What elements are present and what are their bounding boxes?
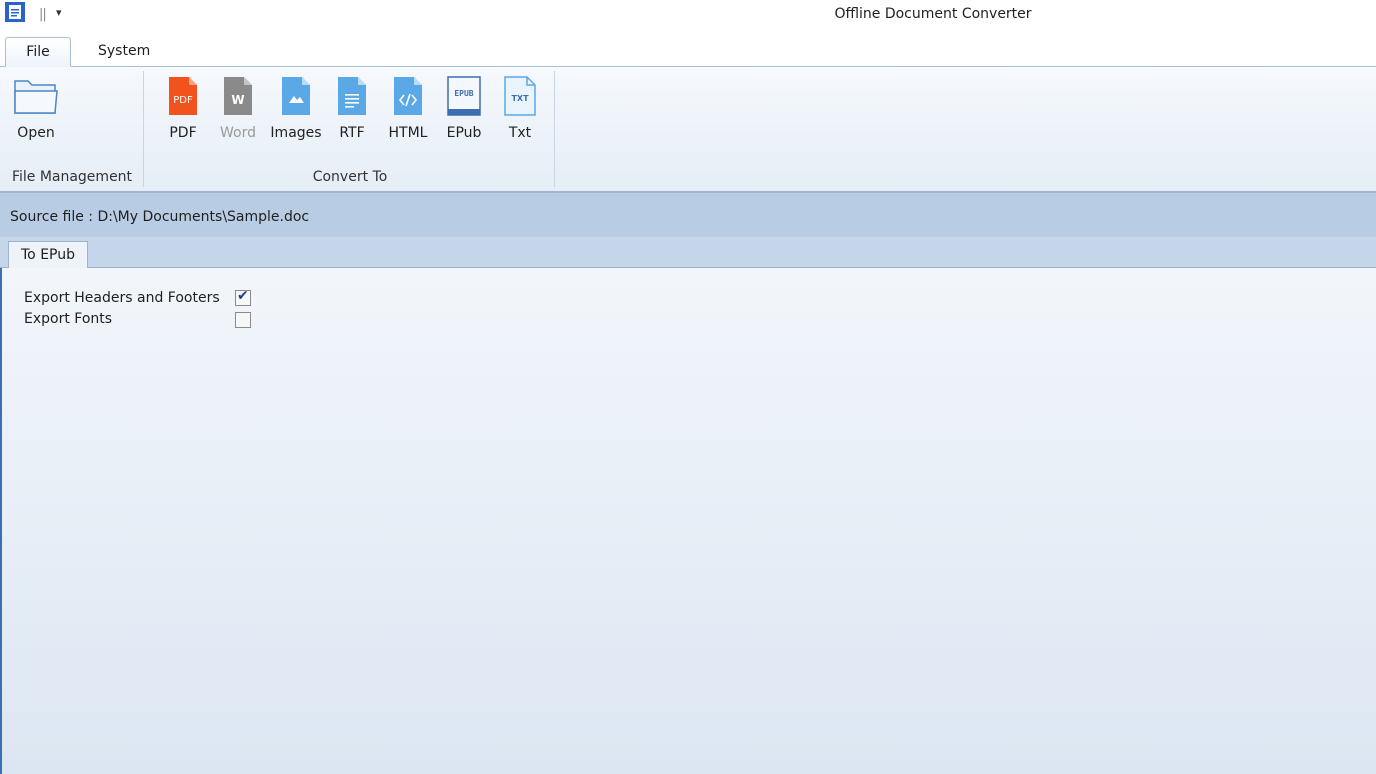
- tab-file[interactable]: File: [5, 37, 71, 67]
- title-bar: || ▾ Offline Document Converter: [0, 0, 1376, 32]
- export-fonts-checkbox[interactable]: [235, 312, 251, 328]
- svg-text:W: W: [231, 93, 244, 107]
- export-headers-footers-checkbox[interactable]: ✔: [235, 288, 251, 306]
- txt-icon: TXT: [504, 76, 536, 116]
- group-label-file-management: File Management: [11, 169, 133, 185]
- rtf-icon: [338, 77, 366, 115]
- source-file-path: Source file : D:\My Documents\Sample.doc: [10, 209, 310, 225]
- word-button[interactable]: W Word: [216, 73, 260, 141]
- html-icon: [394, 77, 422, 115]
- group-separator: [554, 71, 555, 187]
- folder-icon: [14, 80, 58, 114]
- ribbon-tab-row: [0, 32, 1376, 67]
- svg-text:PDF: PDF: [173, 95, 193, 106]
- images-button[interactable]: Images: [268, 73, 324, 141]
- open-button-label: Open: [17, 125, 55, 141]
- tab-system[interactable]: System: [84, 37, 164, 65]
- group-label-convert-to: Convert To: [312, 169, 388, 185]
- export-fonts-label: Export Fonts: [24, 311, 113, 327]
- images-button-label: Images: [270, 125, 322, 141]
- pdf-button[interactable]: PDF PDF: [163, 73, 203, 141]
- svg-text:EPUB: EPUB: [454, 89, 473, 98]
- html-button[interactable]: HTML: [384, 73, 432, 141]
- rtf-button[interactable]: RTF: [334, 73, 370, 141]
- pdf-icon: PDF: [169, 77, 197, 115]
- txt-button-label: Txt: [508, 125, 532, 141]
- ribbon: Open File Management PDF PDF W Word Imag…: [0, 67, 1376, 193]
- rtf-button-label: RTF: [339, 125, 365, 141]
- options-panel: [2, 268, 1376, 774]
- tab-to-epub[interactable]: To EPub: [8, 241, 88, 269]
- html-button-label: HTML: [388, 125, 428, 141]
- pdf-button-label: PDF: [169, 125, 197, 141]
- image-icon: [282, 77, 310, 115]
- epub-button-label: EPub: [446, 125, 482, 141]
- window-title: Offline Document Converter: [834, 6, 1032, 22]
- checkmark-icon: ✔: [237, 288, 249, 304]
- epub-button[interactable]: EPUB EPub: [444, 73, 484, 141]
- word-icon: W: [224, 77, 252, 115]
- group-separator: [143, 71, 144, 187]
- svg-text:TXT: TXT: [511, 94, 529, 103]
- txt-button[interactable]: TXT Txt: [502, 73, 538, 141]
- open-button[interactable]: Open: [12, 73, 60, 141]
- options-tabstrip: [0, 237, 1376, 268]
- source-file-bar: Source file : D:\My Documents\Sample.doc: [0, 193, 1376, 237]
- export-headers-footers-label: Export Headers and Footers: [24, 290, 220, 306]
- word-button-label: Word: [220, 125, 256, 141]
- epub-icon: EPUB: [447, 76, 481, 116]
